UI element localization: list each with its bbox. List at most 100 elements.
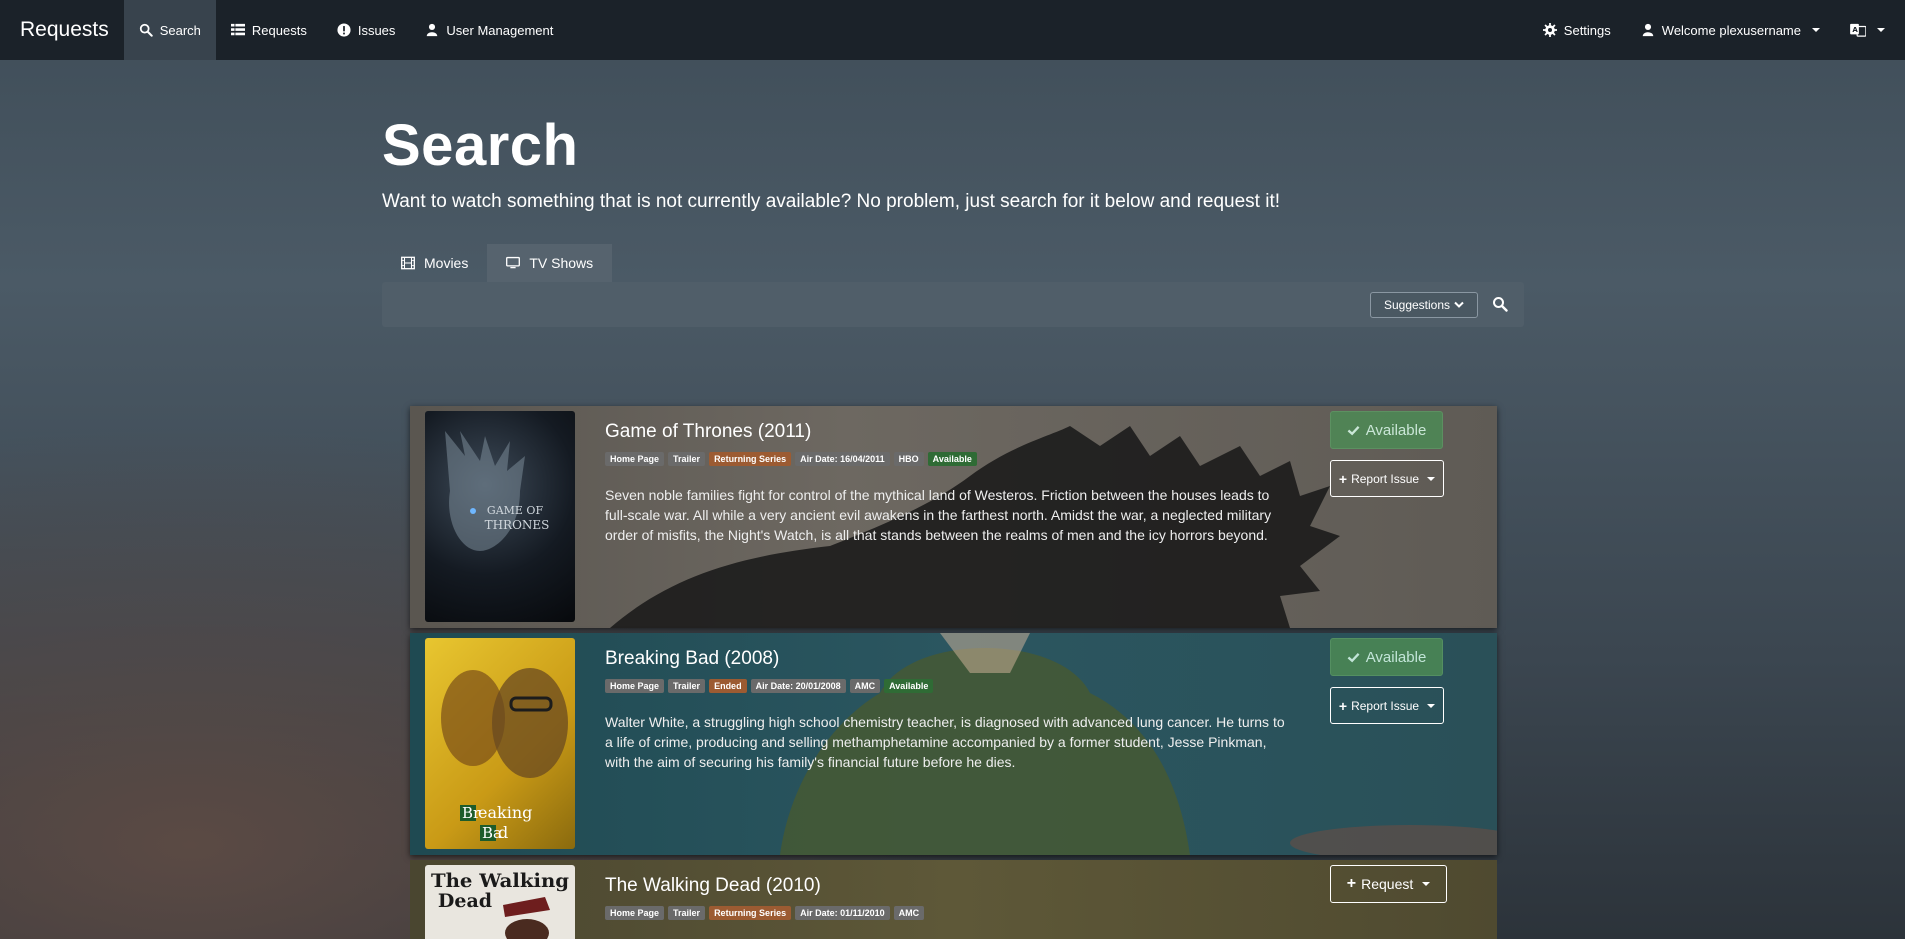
- film-icon: [401, 256, 415, 270]
- check-icon: [1347, 652, 1360, 662]
- nav-item-label: User Management: [446, 22, 554, 38]
- tab-label: TV Shows: [529, 255, 594, 271]
- poster-art: GAME OF THRONES: [445, 431, 550, 551]
- nav-item-label: Requests: [251, 22, 307, 38]
- available-button-label: Available: [1365, 648, 1427, 666]
- plus-icon: +: [1338, 697, 1348, 714]
- nav-item-label: Search: [159, 22, 201, 38]
- air-date-label: Air Date: 01/11/2010: [795, 906, 890, 920]
- result-title[interactable]: Breaking Bad (2008): [605, 648, 779, 670]
- status-label: Returning Series: [709, 452, 792, 466]
- network-label: HBO: [893, 452, 924, 466]
- result-card: GAME OF THRONES Game of Thrones (2011) H…: [410, 406, 1497, 628]
- result-overview: Seven noble families fight for control o…: [605, 487, 1272, 543]
- main-content: Search Want to watch something that is n…: [382, 60, 1524, 327]
- user-icon: [427, 23, 438, 37]
- nav-item-user-management[interactable]: User Management: [410, 0, 568, 60]
- poster-title-part: eaking: [478, 803, 532, 822]
- result-labels: Home Page Trailer Returning Series Air D…: [605, 452, 977, 466]
- status-label: Returning Series: [709, 906, 792, 920]
- caret-down-icon: [1427, 703, 1436, 708]
- plus-icon: +: [1338, 470, 1348, 487]
- request-button[interactable]: + Request: [1330, 865, 1447, 903]
- result-card: The Walking Dead The Walking Dead (2010)…: [410, 860, 1497, 939]
- poster-title-part: d: [498, 823, 508, 842]
- available-label: Available: [884, 679, 934, 693]
- svg-text:THRONES: THRONES: [485, 518, 550, 532]
- list-icon: [230, 23, 245, 36]
- network-label: AMC: [849, 679, 881, 693]
- home-page-label[interactable]: Home Page: [605, 679, 665, 693]
- report-issue-label: Report Issue: [1351, 698, 1420, 713]
- poster-art: The Walking Dead: [431, 870, 569, 939]
- caret-down-icon: [1812, 28, 1820, 32]
- available-button: Available: [1330, 638, 1443, 676]
- monitor-icon: [506, 256, 521, 269]
- home-page-label[interactable]: Home Page: [605, 906, 665, 920]
- svg-text:GAME OF: GAME OF: [487, 504, 544, 517]
- result-labels: Home Page Trailer Returning Series Air D…: [605, 906, 925, 920]
- brand-link[interactable]: Requests: [0, 0, 124, 60]
- search-tabs: Movies TV Shows: [382, 244, 1524, 282]
- result-title[interactable]: The Walking Dead (2010): [605, 875, 821, 897]
- nav-item-settings[interactable]: Settings: [1528, 0, 1626, 60]
- page-title: Search: [382, 113, 579, 178]
- result-card: Br eaking Ba d Breaking Bad (2008) Home …: [410, 633, 1497, 855]
- check-icon: [1347, 425, 1360, 435]
- report-issue-button[interactable]: + Report Issue: [1330, 460, 1444, 497]
- page-subtitle: Want to watch something that is not curr…: [382, 191, 1281, 212]
- tab-label: Movies: [424, 255, 469, 271]
- navbar-right: Settings Welcome plexusername A: [1528, 0, 1905, 60]
- trailer-label[interactable]: Trailer: [668, 906, 706, 920]
- chevron-down-icon: [1454, 301, 1464, 308]
- nav-item-search[interactable]: Search: [123, 0, 216, 60]
- search-icon: [139, 23, 153, 37]
- caret-down-icon: [1422, 882, 1431, 886]
- svg-text:A: A: [1852, 26, 1858, 34]
- report-issue-label: Report Issue: [1351, 471, 1420, 486]
- poster-image[interactable]: GAME OF THRONES: [425, 411, 575, 622]
- status-label: Ended: [709, 679, 747, 693]
- nav-item-issues[interactable]: Issues: [322, 0, 411, 60]
- poster-image[interactable]: Br eaking Ba d: [425, 638, 575, 849]
- air-date-label: Air Date: 20/01/2008: [750, 679, 846, 693]
- search-bar: Suggestions: [382, 282, 1524, 327]
- poster-image[interactable]: The Walking Dead: [425, 865, 575, 939]
- nav-item-label: Issues: [357, 22, 396, 38]
- available-button: Available: [1330, 411, 1443, 449]
- request-button-label: Request: [1361, 876, 1414, 892]
- language-icon: A: [1850, 23, 1866, 37]
- user-dropdown[interactable]: Welcome plexusername: [1626, 0, 1835, 60]
- poster-art: Br eaking Ba d: [441, 668, 568, 842]
- network-label: AMC: [893, 906, 925, 920]
- plus-icon: +: [1346, 875, 1357, 892]
- top-navbar: Requests Search Requests Issues User Man…: [0, 0, 1905, 60]
- search-input[interactable]: [382, 282, 1362, 327]
- result-labels: Home Page Trailer Ended Air Date: 20/01/…: [605, 679, 934, 693]
- search-icon[interactable]: [1492, 296, 1508, 312]
- nav-item-label: Settings: [1563, 22, 1611, 38]
- caret-down-icon: [1427, 476, 1436, 481]
- air-date-label: Air Date: 16/04/2011: [795, 452, 890, 466]
- exclamation-icon: [337, 23, 351, 37]
- home-page-label[interactable]: Home Page: [605, 452, 665, 466]
- welcome-label: Welcome plexusername: [1661, 22, 1801, 38]
- trailer-label[interactable]: Trailer: [668, 679, 706, 693]
- result-overview: Walter White, a struggling high school c…: [605, 714, 1285, 770]
- trailer-label[interactable]: Trailer: [668, 452, 706, 466]
- available-label: Available: [927, 452, 977, 466]
- gear-icon: [1542, 23, 1557, 37]
- caret-down-icon: [1877, 28, 1885, 32]
- nav-item-requests[interactable]: Requests: [216, 0, 322, 60]
- user-icon: [1642, 23, 1654, 37]
- svg-text:The Walking: The Walking: [431, 870, 569, 892]
- tab-tv-shows[interactable]: TV Shows: [487, 244, 613, 282]
- result-title[interactable]: Game of Thrones (2011): [605, 421, 811, 443]
- suggestions-label: Suggestions: [1383, 298, 1451, 312]
- available-button-label: Available: [1365, 421, 1427, 439]
- suggestions-dropdown[interactable]: Suggestions: [1370, 292, 1478, 318]
- report-issue-button[interactable]: + Report Issue: [1330, 687, 1444, 724]
- svg-text:Dead: Dead: [438, 890, 492, 912]
- tab-movies[interactable]: Movies: [382, 244, 487, 282]
- language-dropdown[interactable]: A: [1835, 0, 1905, 60]
